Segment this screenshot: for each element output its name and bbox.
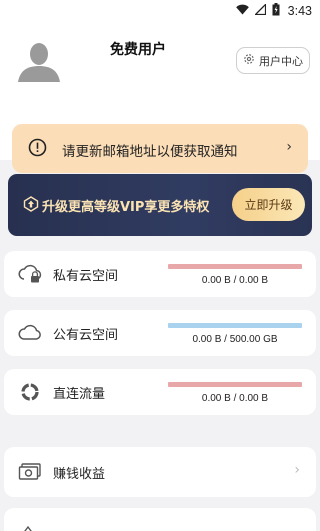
usage-text: 0.00 B / 500.00 GB [192,334,278,345]
earnings-menu-item[interactable]: 赚钱收益 › [4,447,316,497]
user-center-button[interactable]: 用户中心 [236,47,310,74]
menu-item-partial[interactable] [4,508,316,531]
partial-icon [18,520,42,531]
wifi-icon [235,4,249,18]
usage-text: 0.00 B / 0.00 B [201,275,269,286]
upgrade-arrow-icon [23,196,39,216]
usage-text: 0.00 B / 0.00 B [201,393,269,404]
chevron-right-icon: › [294,462,300,478]
vip-upgrade-banner[interactable]: 升级更高等级VIP享更多特权 立即升级 [8,174,312,236]
avatar[interactable] [18,38,60,82]
money-icon [18,461,42,487]
private-cloud-icon [18,263,42,289]
profile-header: 免费用户 用户中心 请更新邮箱地址以便获取通知 › [0,22,320,173]
upgrade-now-button[interactable]: 立即升级 [232,188,305,221]
private-cloud-card[interactable]: 私有云空间 0.00 B / 0.00 B [4,251,316,297]
usage-bar [168,382,302,387]
storage-label: 直连流量 [53,387,106,402]
user-center-label: 用户中心 [259,54,303,68]
signal-icon [253,3,266,18]
vip-banner-text: 升级更高等级VIP享更多特权 [42,200,210,215]
storage-label: 私有云空间 [53,269,119,284]
usage-bar [168,264,302,269]
username: 免费用户 [110,42,166,58]
direct-traffic-card[interactable]: 直连流量 0.00 B / 0.00 B [4,369,316,415]
cloud-icon [18,322,42,348]
traffic-icon [18,381,42,407]
gear-icon [243,53,255,68]
status-time: 3:43 [287,4,312,18]
alert-icon [28,138,47,161]
status-bar: 3:43 [0,0,320,22]
notice-text: 请更新邮箱地址以便获取通知 [62,144,238,160]
chevron-right-icon: › [286,139,292,155]
usage-bar [168,323,302,328]
public-cloud-card[interactable]: 公有云空间 0.00 B / 500.00 GB [4,310,316,356]
menu-item-label: 赚钱收益 [53,467,106,482]
battery-icon [272,3,280,19]
storage-label: 公有云空间 [53,328,119,343]
update-email-notice[interactable]: 请更新邮箱地址以便获取通知 › [12,124,308,173]
